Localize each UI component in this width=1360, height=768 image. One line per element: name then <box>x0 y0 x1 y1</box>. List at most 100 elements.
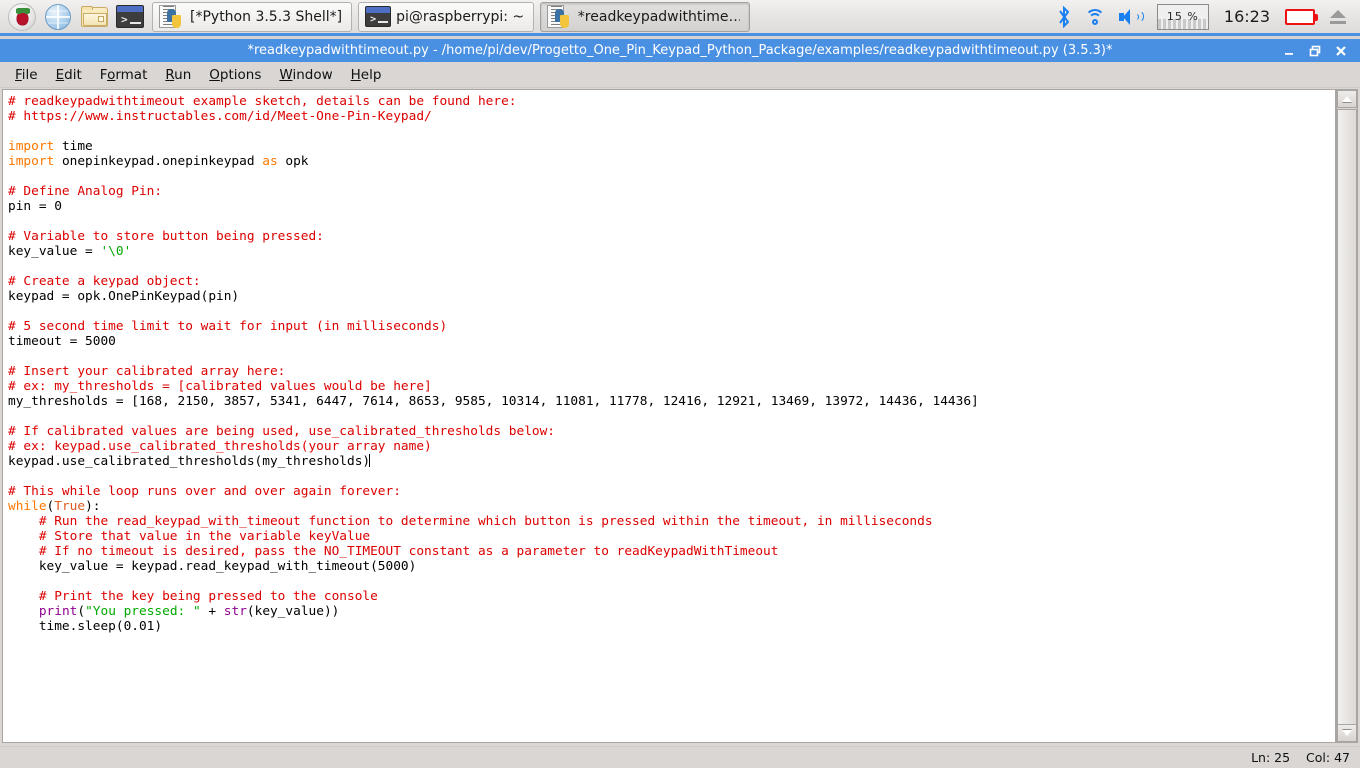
code-line: # Print the key being pressed to the con… <box>8 589 1335 604</box>
code-token: # This while loop runs over and over aga… <box>8 484 401 499</box>
code-token: (key_value)) <box>246 604 340 619</box>
code-token: "You pressed: " <box>85 604 201 619</box>
code-token: # Variable to store button being pressed… <box>8 229 324 244</box>
code-token: time.sleep(0.01) <box>8 619 163 634</box>
bluetooth-icon[interactable] <box>1050 0 1078 34</box>
code-token: # ex: keypad.use_calibrated_thresholds(y… <box>8 439 432 454</box>
code-token: key_value = <box>8 244 101 259</box>
code-token: True <box>54 499 86 514</box>
code-line: # Store that value in the variable keyVa… <box>8 529 1335 544</box>
minimize-button[interactable] <box>1276 39 1302 62</box>
code-line: keypad.use_calibrated_thresholds(my_thre… <box>8 454 1335 469</box>
menu-edit[interactable]: Edit <box>47 65 91 85</box>
code-token: # 5 second time limit to wait for input … <box>8 319 448 334</box>
code-token: keypad = opk.OnePinKeypad(pin) <box>8 289 240 304</box>
code-token: import <box>8 154 55 169</box>
code-line: # readkeypadwithtimeout example sketch, … <box>8 94 1335 109</box>
code-token: key_value = keypad.read_keypad_with_time… <box>8 559 417 574</box>
code-line: print("You pressed: " + str(key_value)) <box>8 604 1335 619</box>
battery-icon[interactable] <box>1278 0 1322 34</box>
code-line: timeout = 5000 <box>8 334 1335 349</box>
code-token: # Store that value in the variable keyVa… <box>8 529 371 544</box>
menu-window[interactable]: Window <box>270 65 341 85</box>
code-token: + <box>200 604 224 619</box>
code-token: # If no timeout is desired, pass the NO_… <box>8 544 779 559</box>
code-line: # https://www.instructables.com/id/Meet-… <box>8 109 1335 124</box>
code-line: # Variable to store button being pressed… <box>8 229 1335 244</box>
code-token: print <box>38 604 78 619</box>
menu-file[interactable]: File <box>6 65 47 85</box>
menu-options[interactable]: Options <box>200 65 270 85</box>
code-line: keypad = opk.OnePinKeypad(pin) <box>8 289 1335 304</box>
code-token: ( <box>77 604 86 619</box>
maximize-button[interactable] <box>1302 39 1328 62</box>
text-cursor <box>369 454 371 467</box>
terminal-icon[interactable]: > <box>114 1 146 33</box>
web-browser-icon[interactable] <box>42 1 74 33</box>
code-line: my_thresholds = [168, 2150, 3857, 5341, … <box>8 394 1335 409</box>
code-token: # ex: my_thresholds = [calibrated values… <box>8 379 432 394</box>
idle-editor-window: *readkeypadwithtimeout.py - /home/pi/dev… <box>0 39 1360 768</box>
code-editor[interactable]: # readkeypadwithtimeout example sketch, … <box>2 89 1336 743</box>
close-button[interactable] <box>1328 39 1354 62</box>
vertical-scrollbar[interactable] <box>1336 89 1358 743</box>
window-titlebar[interactable]: *readkeypadwithtimeout.py - /home/pi/dev… <box>0 39 1360 62</box>
scroll-down-button[interactable] <box>1337 724 1357 742</box>
python-idle-icon <box>159 4 185 29</box>
source-code[interactable]: # readkeypadwithtimeout example sketch, … <box>3 90 1335 634</box>
code-line: while(True): <box>8 499 1335 514</box>
volume-icon[interactable] <box>1112 0 1150 34</box>
code-line: key_value = keypad.read_keypad_with_time… <box>8 559 1335 574</box>
taskbar: > [*Python 3.5.3 Shell*] > pi@raspberryp… <box>0 0 1360 36</box>
statusbar: Ln: 25 Col: 47 <box>0 746 1360 768</box>
code-line: # This while loop runs over and over aga… <box>8 484 1335 499</box>
code-line: # Create a keypad object: <box>8 274 1335 289</box>
cpu-usage-label: 15 % <box>1166 10 1199 23</box>
editor-region: # readkeypadwithtimeout example sketch, … <box>0 89 1360 745</box>
scrollbar-thumb[interactable] <box>1337 109 1357 725</box>
code-line: pin = 0 <box>8 199 1335 214</box>
code-token: import <box>8 139 55 154</box>
bluetooth-glyph <box>1059 5 1070 28</box>
code-line: # Insert your calibrated array here: <box>8 364 1335 379</box>
file-manager-icon[interactable] <box>78 1 110 33</box>
system-tray: 15 % 16:23 <box>1050 0 1360 34</box>
code-token: # If calibrated values are being used, u… <box>8 424 556 439</box>
code-token: # Define Analog Pin: <box>8 184 163 199</box>
code-line: # ex: my_thresholds = [calibrated values… <box>8 379 1335 394</box>
menu-run[interactable]: Run <box>156 65 200 85</box>
code-token: timeout = 5000 <box>8 334 116 349</box>
code-line: time.sleep(0.01) <box>8 619 1335 634</box>
code-token: # Create a keypad object: <box>8 274 201 289</box>
code-line: import onepinkeypad.onepinkeypad as opk <box>8 154 1335 169</box>
code-token: # readkeypadwithtimeout example sketch, … <box>8 94 517 109</box>
menu-format[interactable]: Format <box>91 65 157 85</box>
code-token: # Print the key being pressed to the con… <box>8 589 378 604</box>
taskbar-window-terminal[interactable]: > pi@raspberrypi: ~ <box>358 1 535 32</box>
scroll-up-button[interactable] <box>1337 90 1357 108</box>
taskbar-window-python-shell[interactable]: [*Python 3.5.3 Shell*] <box>152 1 353 32</box>
code-line: # Define Analog Pin: <box>8 184 1335 199</box>
code-token: '\0' <box>100 244 132 259</box>
window-controls <box>1276 39 1360 62</box>
python-idle-icon <box>547 4 573 29</box>
raspberry-menu-icon[interactable] <box>6 1 38 33</box>
wifi-icon[interactable] <box>1078 0 1112 34</box>
taskbar-window-readkeypadwithtimeout[interactable]: *readkeypadwithtime… <box>540 1 751 32</box>
clock[interactable]: 16:23 <box>1216 0 1278 34</box>
code-token: opk <box>277 154 309 169</box>
window-title: *readkeypadwithtimeout.py - /home/pi/dev… <box>247 43 1113 58</box>
code-token: onepinkeypad.onepinkeypad <box>54 154 263 169</box>
code-line: # If no timeout is desired, pass the NO_… <box>8 544 1335 559</box>
cpu-monitor[interactable]: 15 % <box>1150 0 1216 34</box>
code-token: # Insert your calibrated array here: <box>8 364 286 379</box>
eject-icon[interactable] <box>1322 0 1354 34</box>
menu-help[interactable]: Help <box>342 65 391 85</box>
